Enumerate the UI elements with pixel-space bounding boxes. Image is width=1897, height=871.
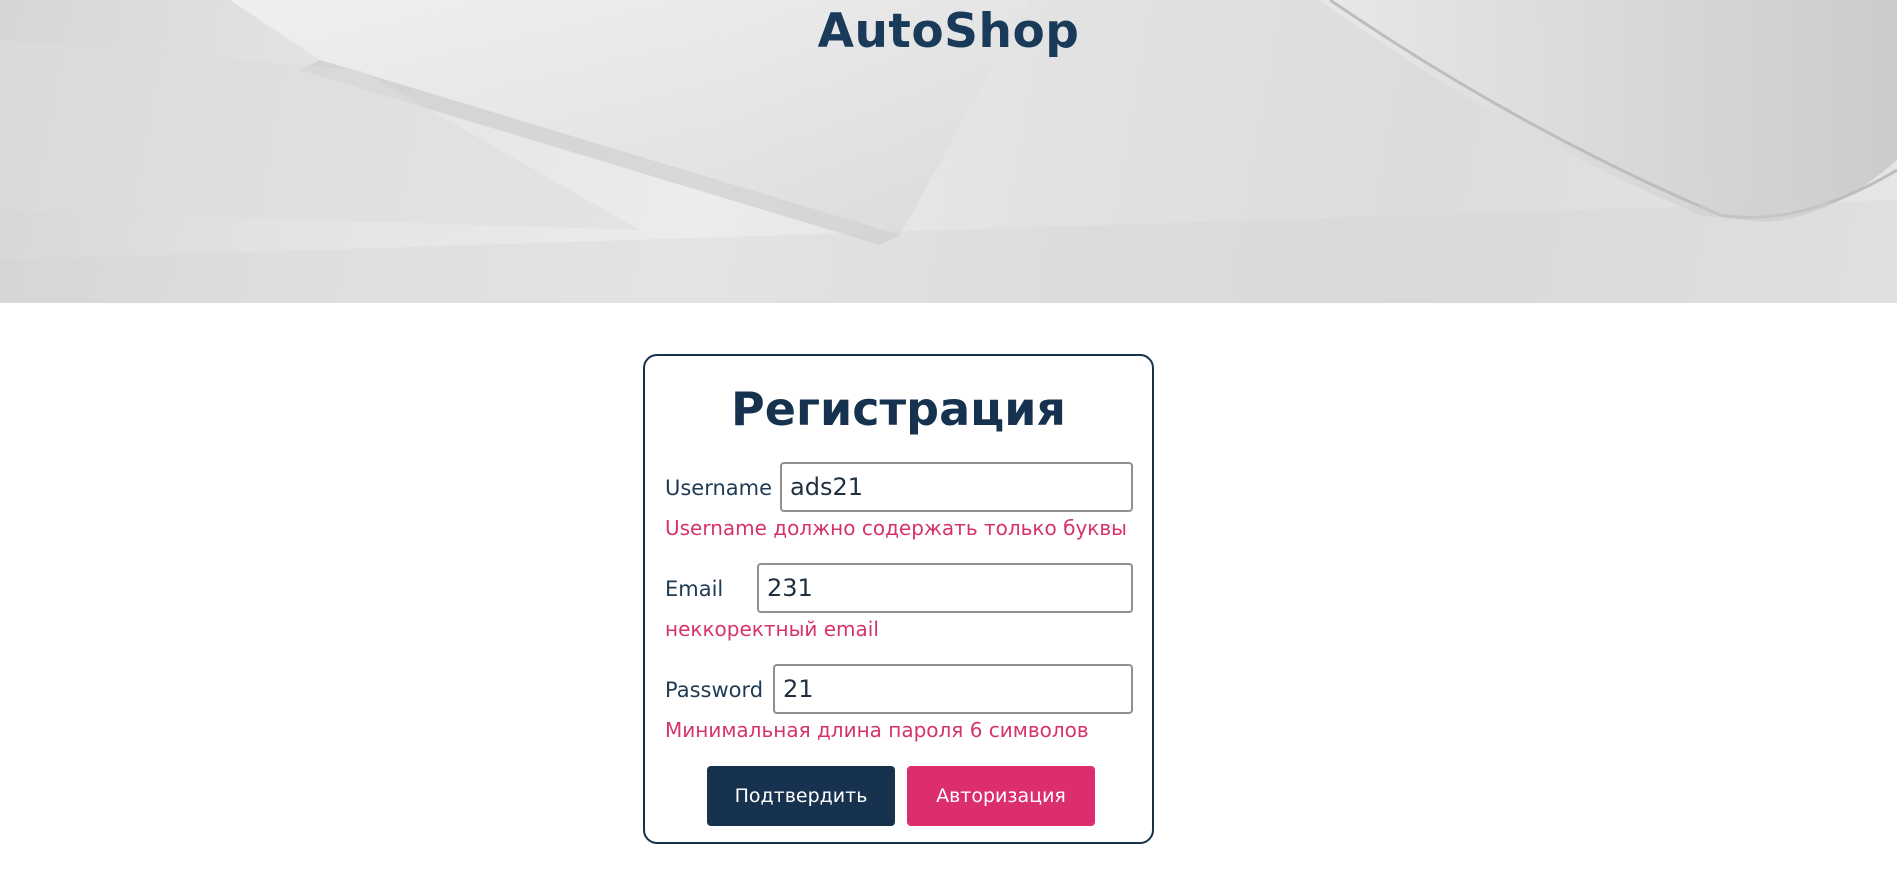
hero-banner: AutoShop [0, 0, 1897, 303]
registration-form: Регистрация Username Username должно сод… [643, 354, 1154, 844]
email-input[interactable] [757, 563, 1133, 613]
password-label: Password [665, 678, 764, 702]
email-label: Email [665, 577, 724, 601]
username-error: Username должно содержать только буквы [665, 516, 1127, 540]
password-input[interactable] [773, 664, 1133, 714]
username-input[interactable] [780, 462, 1133, 512]
login-button[interactable]: Авторизация [907, 766, 1095, 826]
submit-button[interactable]: Подтвердить [707, 766, 895, 826]
username-label: Username [665, 476, 773, 500]
password-error: Минимальная длина пароля 6 символов [665, 718, 1089, 742]
site-title: AutoShop [817, 4, 1080, 59]
email-error: неккоректный email [665, 617, 879, 641]
form-title: Регистрация [731, 382, 1066, 436]
